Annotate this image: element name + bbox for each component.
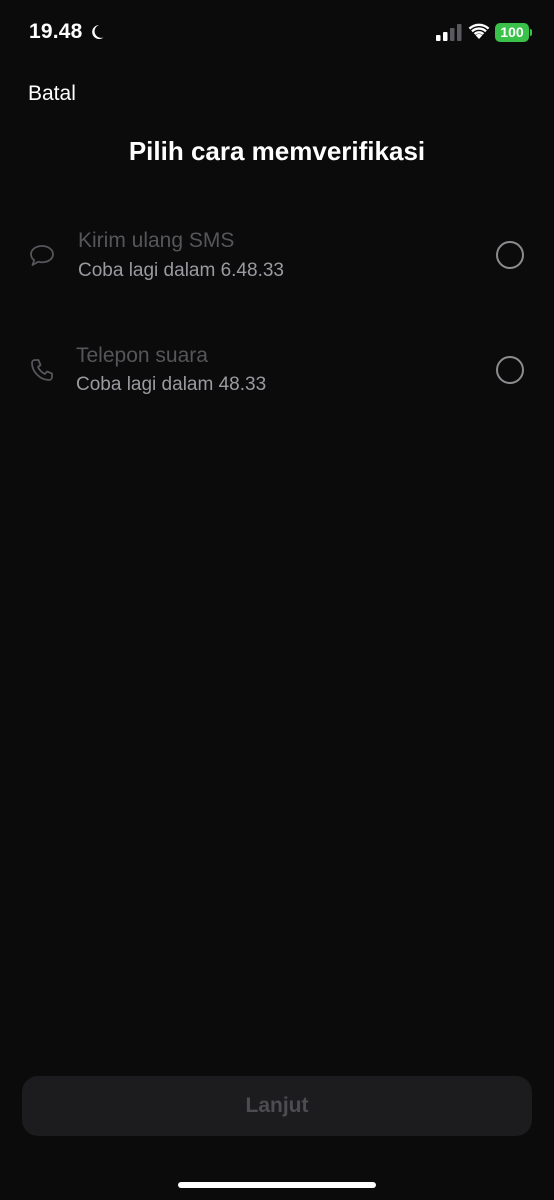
battery-nub bbox=[530, 29, 532, 36]
cancel-button[interactable]: Batal bbox=[28, 82, 76, 106]
signal-icon bbox=[436, 24, 462, 41]
home-indicator[interactable] bbox=[178, 1182, 376, 1188]
moon-icon bbox=[92, 25, 104, 39]
option-title: Telepon suara bbox=[76, 344, 208, 367]
radio-button[interactable] bbox=[496, 356, 524, 384]
option-subtitle: Coba lagi dalam 6.48.33 bbox=[78, 260, 284, 281]
option-resend-sms[interactable]: Kirim ulang SMS Coba lagi dalam 6.48.33 bbox=[0, 212, 554, 302]
page-title: Pilih cara memverifikasi bbox=[128, 136, 426, 166]
next-button[interactable]: Lanjut bbox=[22, 1076, 532, 1136]
chat-bubble-icon bbox=[30, 245, 54, 266]
status-time: 19.48 bbox=[29, 20, 83, 43]
status-bar: 19.48 100 bbox=[0, 0, 554, 66]
phone-icon bbox=[31, 359, 53, 381]
option-subtitle: Coba lagi dalam 48.33 bbox=[76, 374, 267, 395]
option-voice-call[interactable]: Telepon suara Coba lagi dalam 48.33 bbox=[0, 327, 554, 417]
option-title: Kirim ulang SMS bbox=[78, 229, 235, 252]
wifi-icon bbox=[468, 23, 490, 39]
battery-icon: 100 bbox=[495, 23, 529, 42]
radio-button[interactable] bbox=[496, 241, 524, 269]
